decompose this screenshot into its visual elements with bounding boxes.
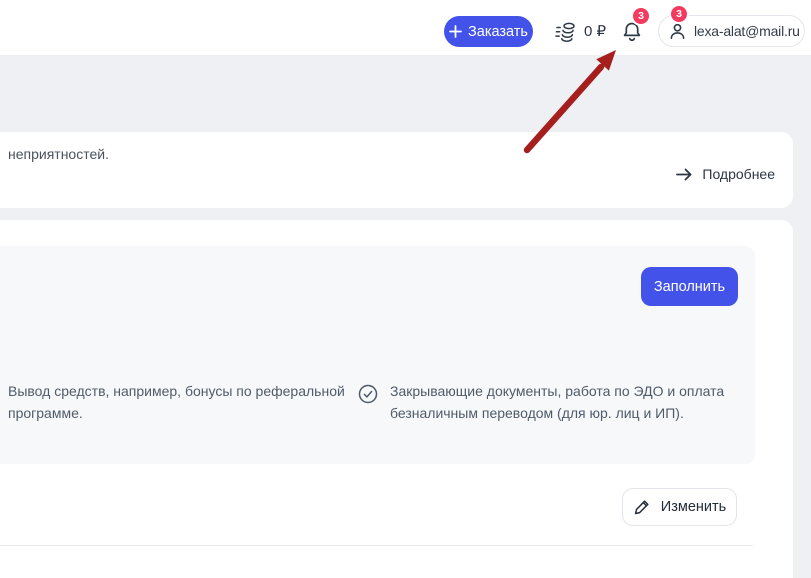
- balance-value: 0 ₽: [584, 22, 606, 40]
- feature-item: Закрывающие документы, работа по ЭДО и о…: [358, 380, 730, 424]
- account-badge: 3: [671, 6, 687, 22]
- order-button-label: Заказать: [468, 24, 528, 40]
- account-email: lexa-alat@mail.ru: [694, 23, 800, 39]
- top-bar: Заказать 0 ₽ 3: [0, 0, 811, 56]
- plus-icon: [449, 25, 462, 38]
- fill-profile-panel: Заполнить Вывод средств, например, бонус…: [0, 246, 755, 464]
- arrow-right-icon: [675, 167, 693, 182]
- pencil-icon: [633, 498, 651, 516]
- details-link-label: Подробнее: [702, 166, 775, 182]
- profile-card: Заполнить Вывод средств, например, бонус…: [0, 220, 793, 578]
- edit-button[interactable]: Изменить: [622, 488, 737, 526]
- details-link[interactable]: Подробнее: [675, 165, 775, 183]
- person-icon: [668, 21, 687, 41]
- feature-text: Закрывающие документы, работа по ЭДО и о…: [390, 380, 730, 424]
- page: Заказать 0 ₽ 3: [0, 0, 811, 578]
- coins-icon: [555, 20, 577, 43]
- feature-item: Вывод средств, например, бонусы по рефер…: [8, 380, 360, 424]
- fill-button[interactable]: Заполнить: [641, 267, 738, 306]
- order-button[interactable]: Заказать: [444, 16, 533, 47]
- section-divider: [0, 545, 753, 546]
- info-banner-card: неприятностей. Подробнее: [0, 132, 793, 208]
- check-circle-icon: [358, 384, 378, 424]
- edit-button-label: Изменить: [661, 499, 726, 515]
- notifications-badge: 3: [633, 8, 649, 24]
- feature-text: Вывод средств, например, бонусы по рефер…: [8, 380, 360, 424]
- banner-text: неприятностей.: [8, 146, 109, 162]
- balance-widget[interactable]: 0 ₽: [555, 17, 606, 45]
